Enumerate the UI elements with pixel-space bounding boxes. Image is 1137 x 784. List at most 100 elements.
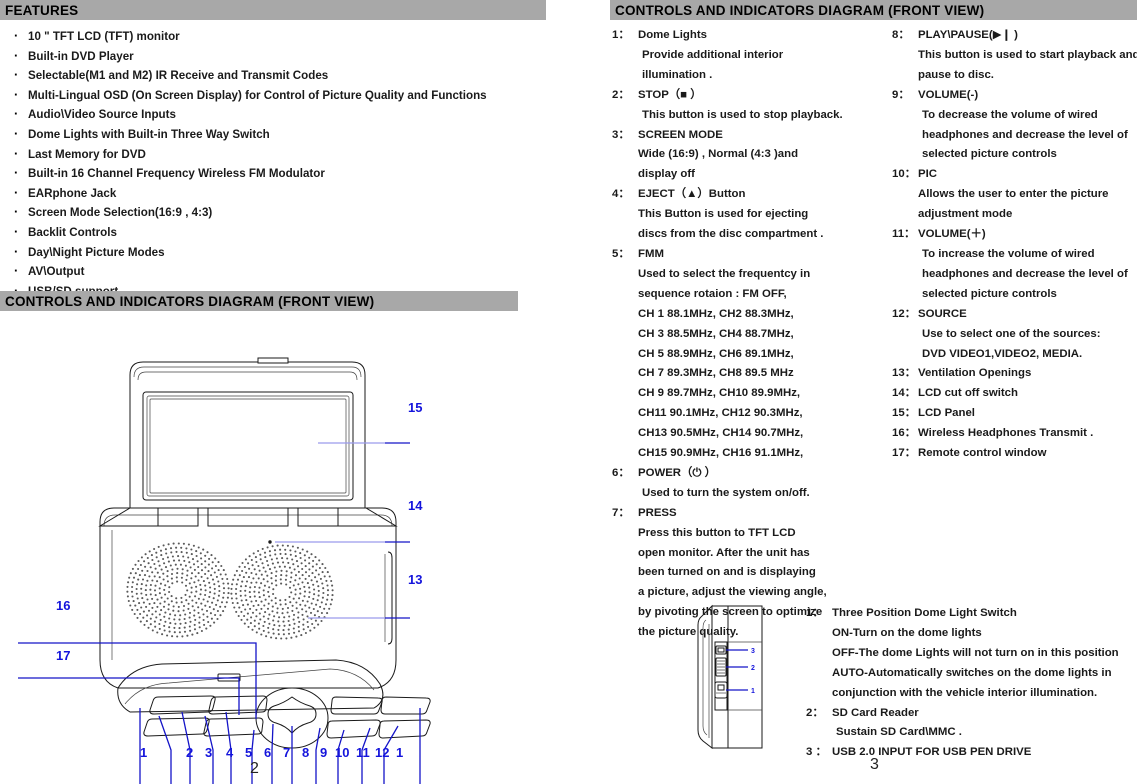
control-entry: 16： Wireless Headphones Transmit . xyxy=(892,424,1137,444)
control-entry-title: Wireless Headphones Transmit . xyxy=(918,427,1094,440)
control-entry-description: ON-Turn on the dome lights OFF-The dome L… xyxy=(806,624,1136,704)
control-entry-title: VOLUME(＋) xyxy=(918,228,986,241)
control-entry-description: Provide additional interior illumination … xyxy=(612,46,892,86)
control-entry-title: POWER（⏻ ） xyxy=(638,466,716,479)
control-entry-line: CH13 90.5MHz, CH14 90.7MHz, xyxy=(638,427,804,440)
control-entry-title: PIC xyxy=(918,168,937,181)
side-view-leader-lines xyxy=(726,649,748,691)
control-entry-title: VOLUME(-) xyxy=(918,88,979,101)
control-entry-number: 5： xyxy=(612,247,630,260)
control-entry-title: Dome Lights xyxy=(638,29,707,41)
front-callout-bottom-12: 1 xyxy=(396,745,404,760)
control-entry-number: 11： xyxy=(892,228,916,241)
control-entry-line: CH11 90.1MHz, CH12 90.3MHz, xyxy=(638,407,803,420)
control-entry-title: PRESS xyxy=(638,506,677,519)
control-entry-number: 9： xyxy=(892,88,910,101)
control-entry-title: SCREEN MODE xyxy=(638,128,723,141)
control-entry-description: Wide (16:9) , Normal (4:3 )and display of… xyxy=(612,145,892,185)
features-header-bar: FEATURES xyxy=(0,0,546,20)
control-entry: 3： SCREEN MODE Wide (16:9) , Normal (4:3 )… xyxy=(612,126,892,186)
control-entry-description: This button is used to start playback an… xyxy=(892,46,1137,86)
side-callout-1: 1 xyxy=(751,688,755,695)
features-list: 10 " TFT LCD (TFT) monitorBuilt-in DVD P… xyxy=(6,26,546,301)
control-entry-title: STOP（■ ） xyxy=(638,88,702,101)
control-entry: 1： Three Position Dome Light Switch ON-Tur… xyxy=(806,604,1136,704)
control-entry-line: headphones and decrease the level of xyxy=(922,128,1128,141)
front-callout-bottom-10: 11 xyxy=(356,745,370,760)
lcd-lid-group xyxy=(129,357,366,509)
feature-item: Day\Night Picture Modes xyxy=(6,242,546,263)
control-entry-line: CH15 90.9MHz, CH16 91.1MHz, xyxy=(638,447,804,460)
control-entry-title: Remote control window xyxy=(918,447,1047,460)
front-callout-bottom-0: 1 xyxy=(140,745,148,760)
front-callout-15: 15 xyxy=(408,400,423,415)
feature-item: Audio\Video Source Inputs xyxy=(6,104,546,125)
control-entry-number: 1： xyxy=(612,29,630,41)
control-entry-title: LCD Panel xyxy=(918,407,975,420)
control-entry-description: To increase the volume of wired headphone… xyxy=(892,245,1137,305)
control-entry-line: pause to disc. xyxy=(918,68,994,81)
control-entry-title: EJECT（▲）Button xyxy=(638,188,746,201)
control-entry-title: SOURCE xyxy=(918,307,967,320)
control-entry-description: Used to turn the system on/off. xyxy=(612,484,892,504)
control-entry-line: CH 5 88.9MHz, CH6 89.1MHz, xyxy=(638,347,794,360)
control-entry-line: CH 3 88.5MHz, CH4 88.7MHz, xyxy=(638,327,794,340)
control-entry-number: 3 ： xyxy=(806,746,827,759)
control-entry: 14： LCD cut off switch xyxy=(892,384,1137,404)
control-entry-line: This Button is used for ejecting xyxy=(638,208,809,221)
control-entry-line: selected picture controls xyxy=(922,287,1057,300)
control-entry-line: This button is used to start playback an… xyxy=(918,48,1137,61)
right-page-header-label: CONTROLS AND INDICATORS DIAGRAM (FRONT V… xyxy=(615,2,985,18)
control-entry: 9： VOLUME(-) To decrease the volume of wir… xyxy=(892,86,1137,166)
control-entry-number: 14： xyxy=(892,387,917,400)
control-entry: 3 ： USB 2.0 INPUT FOR USB PEN DRIVE xyxy=(806,743,1136,763)
control-entry-number: 13： xyxy=(892,367,917,380)
control-entry: 13： Ventilation Openings xyxy=(892,364,1137,384)
side-view-controls-list: 1： Three Position Dome Light Switch ON-Tur… xyxy=(806,604,1136,763)
feature-item: Dome Lights with Built-in Three Way Swit… xyxy=(6,124,546,145)
feature-item: Screen Mode Selection(16:9 , 4:3) xyxy=(6,202,546,223)
control-entry-line: Sustain SD Card\MMC . xyxy=(836,726,962,739)
front-callout-bottom-3: 4 xyxy=(226,745,234,760)
control-entry-number: 7： xyxy=(612,506,630,519)
feature-item: AV\Output xyxy=(6,261,546,282)
front-callout-bottom-7: 8 xyxy=(302,745,310,760)
control-panel-group xyxy=(117,659,431,749)
front-callout-bottom-1: 2 xyxy=(186,745,194,760)
control-entry-line: To increase the volume of wired xyxy=(922,247,1095,260)
control-entry-number: 1： xyxy=(806,607,824,619)
control-entry-line: illumination . xyxy=(642,68,713,81)
control-entry-line: OFF-The dome Lights will not turn on in … xyxy=(832,646,1119,659)
front-callout-bottom-8: 9 xyxy=(320,745,328,760)
control-entry-number: 3： xyxy=(612,128,630,141)
control-entry-line: sequence rotaion : FM OFF, xyxy=(638,287,787,300)
control-entry-title: Three Position Dome Light Switch xyxy=(832,607,1017,619)
control-entry-line: ON-Turn on the dome lights xyxy=(832,626,982,639)
control-entry-line: Use to select one of the sources: xyxy=(922,327,1101,340)
front-callout-bottom-4: 5 xyxy=(245,745,253,760)
control-entry-line: CH 9 89.7MHz, CH10 89.9MHz, xyxy=(638,387,801,400)
speaker-grilles xyxy=(126,542,334,640)
control-entry-line: headphones and decrease the level of xyxy=(922,267,1128,280)
control-entry-number: 16： xyxy=(892,427,917,440)
front-view-diagram xyxy=(18,330,520,784)
control-entry-line: display off xyxy=(638,168,695,181)
control-entry-number: 4： xyxy=(612,188,630,201)
control-entry-description: Allows the user to enter the picture adju… xyxy=(892,185,1137,225)
control-entry: 4： EJECT（▲）Button This Button is used for … xyxy=(612,185,892,245)
control-entry: 2： STOP（■ ） This button is used to stop pl… xyxy=(612,86,892,126)
control-entry: 5： FMM Used to select the frequentcy in seq… xyxy=(612,245,892,464)
control-entry-number: 2： xyxy=(612,88,630,101)
control-entry-line: conjunction with the vehicle interior il… xyxy=(832,686,1098,699)
control-entry-line: Used to select the frequentcy in xyxy=(638,267,811,280)
control-entry-description: Sustain SD Card\MMC . xyxy=(806,723,1136,743)
control-entry-line: Allows the user to enter the picture xyxy=(918,188,1109,201)
manual-page-spread: FEATURES 10 " TFT LCD (TFT) monitorBuilt… xyxy=(0,0,1137,784)
feature-item: 10 " TFT LCD (TFT) monitor xyxy=(6,26,546,47)
control-entry: 17： Remote control window xyxy=(892,444,1137,464)
control-entry-number: 8： xyxy=(892,29,910,41)
control-entry-line: DVD VIDEO1,VIDEO2, MEDIA. xyxy=(922,347,1083,360)
side-view-diagram: 3 2 1 xyxy=(690,598,810,753)
control-entry-description: This button is used to stop playback. xyxy=(612,106,892,126)
control-entry: 8： PLAY\PAUSE(▶❙ ) This button is used to … xyxy=(892,26,1137,86)
